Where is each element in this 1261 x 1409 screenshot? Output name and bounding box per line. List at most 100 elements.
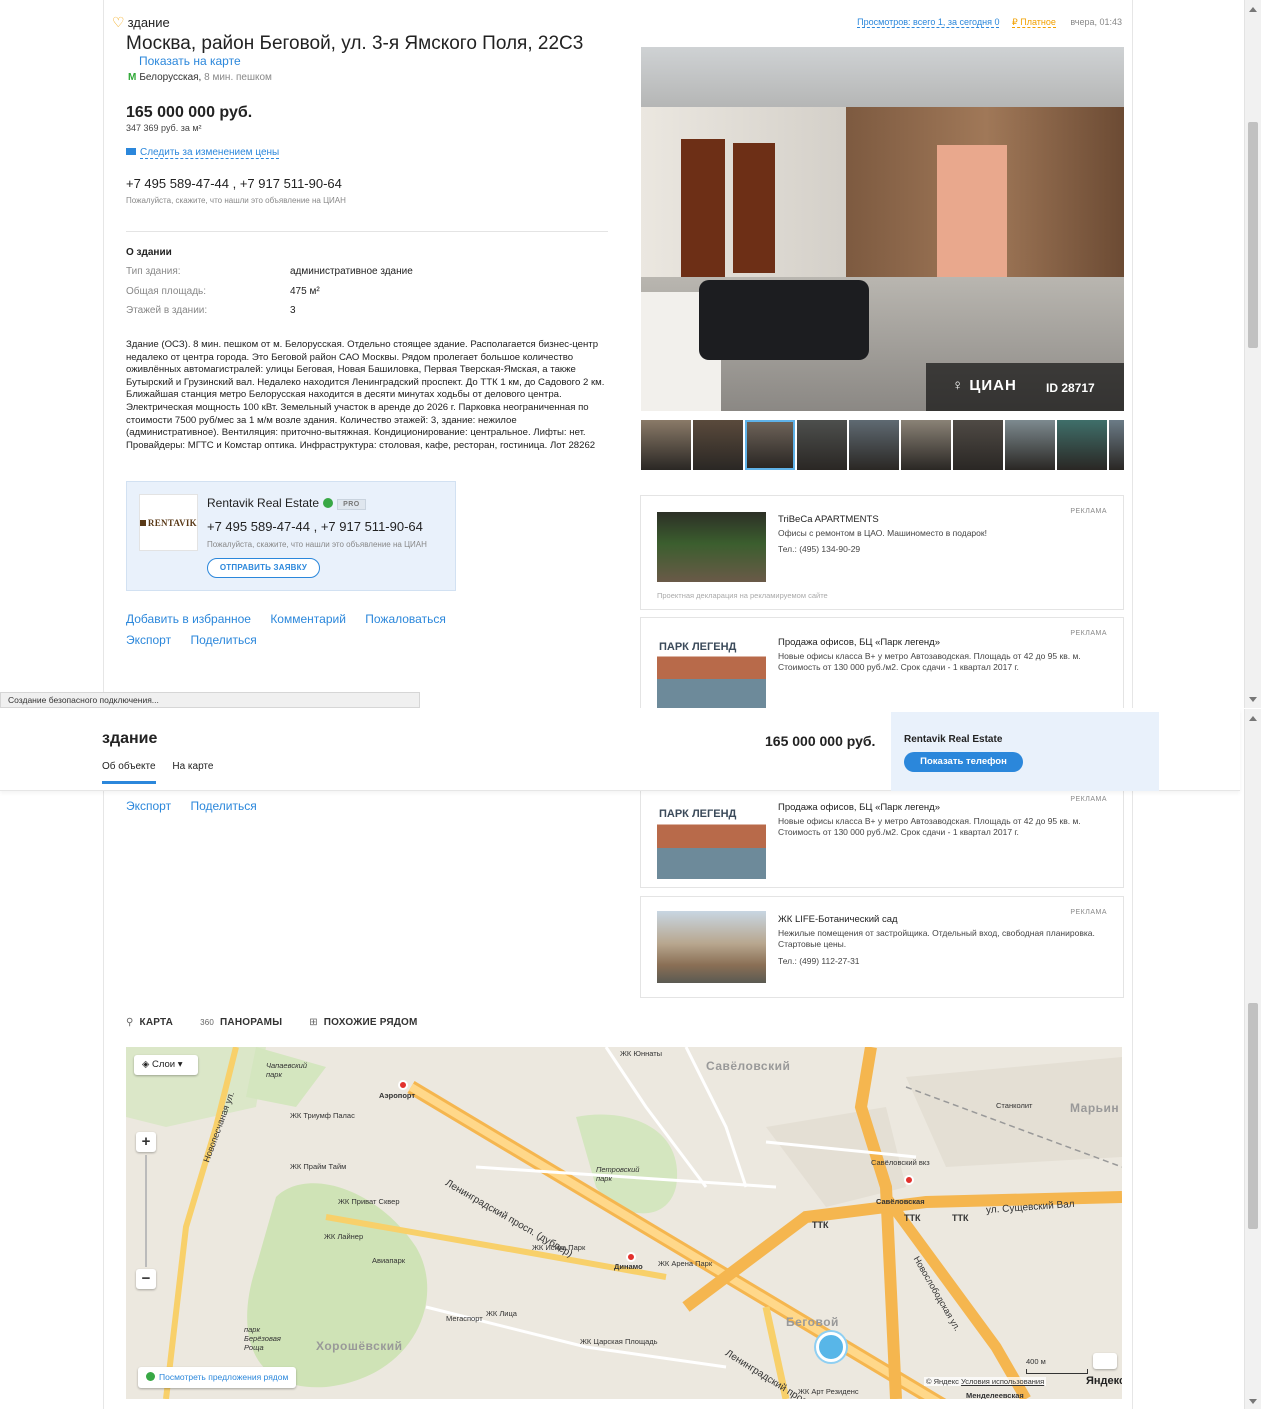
ad-block[interactable]: ПАРК ЛЕГЕНД РЕКЛАМА Продажа офисов, БЦ «… — [640, 617, 1124, 708]
ad-block[interactable]: ПАРК ЛЕГЕНД РЕКЛАМА Продажа офисов, БЦ «… — [640, 791, 1124, 888]
view-nearby-button[interactable]: Посмотреть предложения рядом — [138, 1367, 297, 1388]
ad-image[interactable] — [657, 911, 766, 983]
map-label: Петровский парк — [596, 1165, 640, 1183]
map-layers-button[interactable]: ◈ Слои ▾ — [134, 1055, 198, 1075]
listing-location-marker[interactable] — [816, 1332, 846, 1362]
map-label: Савёловский вкз — [871, 1158, 930, 1167]
export-link[interactable]: Экспорт — [126, 799, 171, 813]
map-label: ЖК Лица — [486, 1309, 517, 1318]
ad-block[interactable]: РЕКЛАМА TriBeCa APARTMENTS Офисы с ремон… — [640, 495, 1124, 610]
metro-station-pin[interactable] — [626, 1252, 636, 1262]
ad-text: Новые офисы класса В+ у метро Автозаводс… — [778, 816, 1081, 837]
map-copyright: © Яндекс Условия использования — [924, 1377, 1047, 1386]
actions-row: Добавить в избранное Комментарий Пожалов… — [126, 612, 462, 626]
agent-phones[interactable]: +7 495 589-47-44 , +7 917 511-90-64 — [207, 519, 423, 534]
photo-thumbnail[interactable] — [693, 420, 743, 470]
scrollbar-thumb[interactable] — [1248, 122, 1258, 348]
photo-watermark: ♀ ЦИАН ID 28717 — [926, 363, 1124, 411]
yandex-logo[interactable]: Яндекс — [1086, 1375, 1122, 1387]
photo-thumbnail[interactable] — [1005, 420, 1055, 470]
photo-thumbnail[interactable] — [797, 420, 847, 470]
metro-station: Белорусская, — [139, 72, 202, 83]
metro-station-pin[interactable] — [904, 1175, 914, 1185]
map-label: Аэропорт — [379, 1091, 416, 1100]
complain-link[interactable]: Пожаловаться — [365, 612, 446, 626]
metro-station-pin[interactable] — [398, 1080, 408, 1090]
spec-row: Этажей в здании: 3 — [126, 305, 296, 316]
share-link[interactable]: Поделиться — [190, 633, 256, 647]
sticky-tabs: Об объекте На карте — [102, 761, 227, 784]
scrollbar-thumb[interactable] — [1248, 1003, 1258, 1229]
tab-on-map[interactable]: На карте — [172, 761, 213, 781]
photo-thumbnail[interactable] — [641, 420, 691, 470]
follow-price-link[interactable]: Следить за изменением цены — [126, 147, 280, 159]
heart-icon[interactable]: ♡ — [112, 14, 125, 30]
show-on-map-link[interactable]: Показать на карте — [139, 54, 241, 68]
metro-walk-time: 8 мин. пешком — [204, 72, 272, 83]
zoom-in-button[interactable]: + — [136, 1132, 156, 1152]
actions-row: Экспорт Поделиться — [126, 799, 257, 813]
about-heading: О здании — [126, 247, 172, 258]
terms-link[interactable]: Условия использования — [961, 1377, 1044, 1386]
add-favorite-link[interactable]: Добавить в избранное — [126, 612, 251, 626]
tab-similar-nearby[interactable]: ⊞ ПОХОЖИЕ РЯДОМ — [309, 1017, 417, 1028]
contact-phones[interactable]: +7 495 589-47-44 , +7 917 511-90-64 — [126, 176, 342, 191]
browser-status-bar: Создание безопасного подключения... — [0, 692, 420, 708]
ad-image[interactable]: ПАРК ЛЕГЕНД — [657, 801, 766, 879]
map-label: Марьин — [1070, 1101, 1120, 1115]
photo-id: ID 28717 — [1046, 381, 1095, 395]
paid-badge[interactable]: ₽ Платное — [1011, 17, 1056, 28]
ad-title[interactable]: Продажа офисов, БЦ «Парк легенд» — [778, 637, 940, 648]
share-link[interactable]: Поделиться — [190, 799, 256, 813]
sticky-agent-name[interactable]: Rentavik Real Estate — [904, 734, 1002, 745]
location-pin-icon: ⚲ — [126, 1017, 134, 1028]
pro-badge: PRO — [337, 499, 366, 510]
listing-page: ♡ здание Москва, район Беговой, ул. 3-я Я… — [103, 0, 1133, 708]
ad-block[interactable]: РЕКЛАМА ЖК LIFE-Ботанический сад Нежилые… — [640, 896, 1124, 998]
scroll-down-arrow[interactable] — [1249, 697, 1257, 702]
scroll-up-arrow[interactable] — [1249, 716, 1257, 721]
send-request-button[interactable]: ОТПРАВИТЬ ЗАЯВКУ — [207, 558, 320, 578]
export-link[interactable]: Экспорт — [126, 633, 171, 647]
photo-thumbnail[interactable] — [901, 420, 951, 470]
show-phone-button[interactable]: Показать телефон — [904, 752, 1023, 772]
tab-panoramas[interactable]: 360 ПАНОРАМЫ — [200, 1017, 282, 1028]
ad-title[interactable]: Продажа офисов, БЦ «Парк легенд» — [778, 802, 940, 813]
agent-name[interactable]: Rentavik Real Estate PRO — [207, 496, 366, 510]
agent-logo[interactable]: RENTAVIK — [139, 494, 198, 551]
photo-thumbnail[interactable] — [849, 420, 899, 470]
map-label: Авиапарк — [372, 1256, 406, 1265]
location-pin-icon — [146, 1372, 155, 1381]
map-scale-bar — [1026, 1369, 1088, 1374]
ruler-icon[interactable] — [1093, 1353, 1117, 1369]
ad-text: Офисы с ремонтом в ЦАО. Машиноместо в по… — [778, 528, 987, 538]
main-photo[interactable]: ♀ ЦИАН ID 28717 — [641, 47, 1124, 411]
map[interactable]: Савёловский Марьин Беговой Хорошёвский А… — [126, 1047, 1122, 1399]
panorama-360-icon: 360 — [200, 1018, 215, 1027]
photo-thumbnail[interactable] — [745, 420, 795, 470]
divider — [126, 231, 608, 232]
map-label: Чапаевский парк — [266, 1061, 307, 1079]
comment-link[interactable]: Комментарий — [270, 612, 346, 626]
award-icon — [323, 498, 334, 508]
agent-phone-note: Пожалуйста, скажите, что нашли это объяв… — [207, 540, 427, 549]
photo-thumbnail[interactable] — [1109, 420, 1124, 470]
zoom-slider[interactable] — [145, 1155, 147, 1267]
tab-map[interactable]: ⚲ КАРТА — [126, 1017, 173, 1028]
views-counter[interactable]: Просмотров: всего 1, за сегодня 0 — [857, 17, 1000, 28]
ad-tag: РЕКЛАМА — [1070, 909, 1107, 916]
ad-title[interactable]: TriBeCa APARTMENTS — [778, 514, 879, 525]
ad-image[interactable] — [657, 512, 766, 582]
scroll-down-arrow[interactable] — [1249, 1399, 1257, 1404]
photo-thumbnail[interactable] — [1057, 420, 1107, 470]
ad-footnote: Проектная декларация на рекламируемом са… — [657, 591, 828, 600]
ad-title[interactable]: ЖК LIFE-Ботанический сад — [778, 914, 898, 925]
ad-image[interactable]: ПАРК ЛЕГЕНД — [657, 634, 766, 708]
scrollbar[interactable] — [1244, 709, 1261, 1409]
zoom-out-button[interactable]: − — [136, 1269, 156, 1289]
tab-about[interactable]: Об объекте — [102, 761, 156, 784]
photo-thumbnail[interactable] — [953, 420, 1003, 470]
scroll-up-arrow[interactable] — [1249, 7, 1257, 12]
scrollbar[interactable] — [1244, 0, 1261, 708]
map-label: ЖК Прайм Тайм — [290, 1162, 347, 1171]
